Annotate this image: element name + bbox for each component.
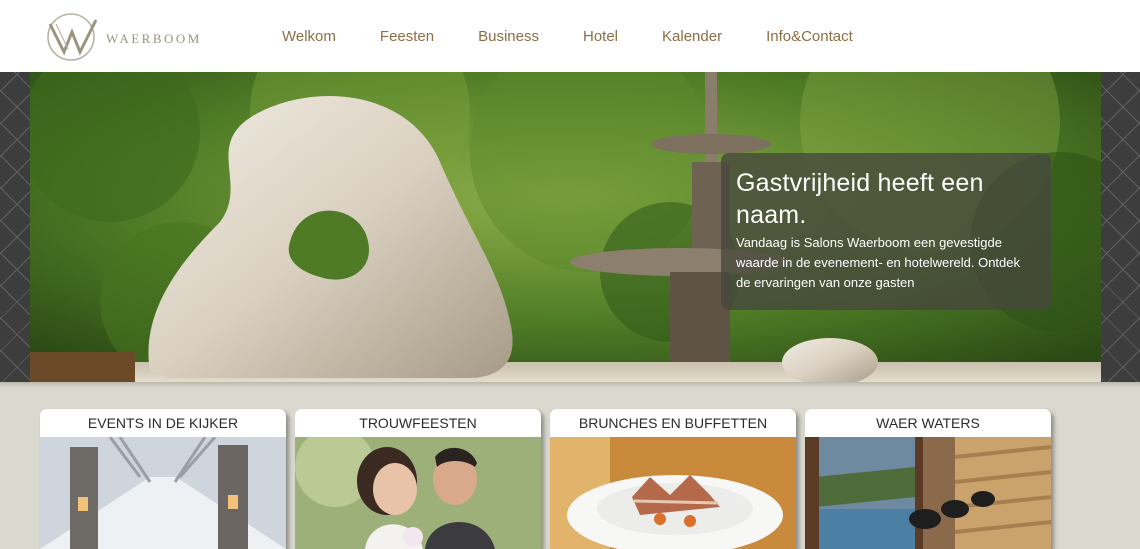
hero-divider <box>0 382 1140 388</box>
waerboom-logo-icon <box>47 13 98 61</box>
card-events[interactable]: EVENTS IN DE KIJKER <box>40 409 286 549</box>
nav-welkom[interactable]: Welkom <box>282 28 336 45</box>
spa-pool-photo <box>805 437 1051 549</box>
hero-photo[interactable]: Gastvrijheid heeft een naam. Vandaag is … <box>30 72 1101 382</box>
plated-fish-dish-photo <box>550 437 796 549</box>
nav-feesten[interactable]: Feesten <box>380 28 434 45</box>
nav-kalender[interactable]: Kalender <box>662 28 722 45</box>
winter-avenue-gate-photo <box>40 437 286 549</box>
site-header: WAERBOOM Welkom Feesten Business Hotel K… <box>0 0 1140 72</box>
hero-title: Gastvrijheid heeft een naam. <box>736 169 984 229</box>
hero-band: Gastvrijheid heeft een naam. Vandaag is … <box>0 72 1140 382</box>
feature-cards: EVENTS IN DE KIJKER TROUWFEESTEN BRUNCHE… <box>40 409 1060 549</box>
nav-hotel[interactable]: Hotel <box>583 28 618 45</box>
card-waer-waters[interactable]: WAER WATERS <box>805 409 1051 549</box>
nav-info-contact[interactable]: Info&Contact <box>766 28 853 45</box>
hero-caption-box: Gastvrijheid heeft een naam. Vandaag is … <box>721 153 1051 310</box>
card-title: BRUNCHES EN BUFFETTEN <box>578 415 768 431</box>
card-title: EVENTS IN DE KIJKER <box>87 415 239 431</box>
card-brunches[interactable]: BRUNCHES EN BUFFETTEN <box>550 409 796 549</box>
logo[interactable]: WAERBOOM <box>44 12 234 62</box>
hero-text: Vandaag is Salons Waerboom een gevestigd… <box>736 235 1021 290</box>
card-trouwfeesten[interactable]: TROUWFEESTEN <box>295 409 541 549</box>
logo-text: WAERBOOM <box>106 31 202 46</box>
card-title: TROUWFEESTEN <box>359 415 477 431</box>
card-title: WAER WATERS <box>876 415 980 431</box>
nav-business[interactable]: Business <box>478 28 539 45</box>
wedding-couple-photo <box>295 437 541 549</box>
main-nav: Welkom Feesten Business Hotel Kalender I… <box>260 0 875 72</box>
